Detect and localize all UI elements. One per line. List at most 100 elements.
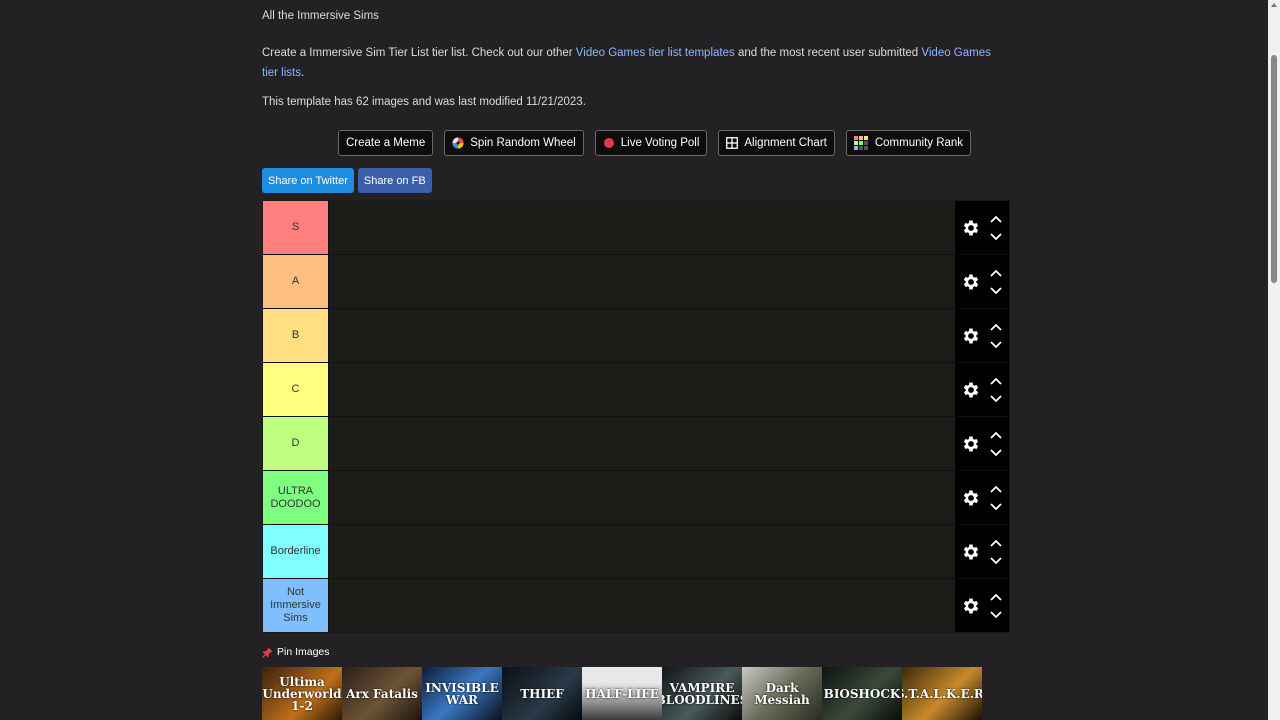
game-thumbnail[interactable]: THIEF	[502, 667, 582, 720]
alignment-chart-button[interactable]: Alignment Chart	[718, 130, 835, 156]
gear-icon[interactable]	[958, 323, 984, 349]
game-thumbnail-title: Dark Messiah	[754, 680, 810, 707]
tier-drop-zone[interactable]	[329, 579, 955, 632]
scroll-up-arrow-icon[interactable]	[1271, 3, 1277, 7]
tier-move-arrows	[988, 266, 1004, 298]
share-twitter-button[interactable]: Share on Twitter	[262, 168, 354, 193]
tier-move-arrows	[988, 320, 1004, 352]
tier-label[interactable]: D	[263, 417, 329, 470]
template-description: Create a Immersive Sim Tier List tier li…	[262, 43, 1008, 83]
community-rank-label: Community Rank	[874, 137, 964, 149]
desc-text-2: and the most recent user submitted	[734, 47, 922, 59]
tier-controls	[955, 363, 1009, 416]
game-thumbnail[interactable]: Arx Fatalis	[342, 667, 422, 720]
tier-row: D	[263, 417, 1009, 471]
tier-label[interactable]: ULTRA DOODOO	[263, 471, 329, 524]
grid-icon	[726, 137, 739, 149]
game-thumbnail-title: S.T.A.L.K.E.R.	[902, 686, 982, 701]
tier-move-arrows	[988, 212, 1004, 244]
chevron-up-icon[interactable]	[988, 428, 1004, 442]
tier-drop-zone[interactable]	[329, 363, 955, 416]
game-thumbnail-title: Arx Fatalis	[346, 686, 418, 701]
gear-icon[interactable]	[958, 593, 984, 619]
chevron-up-icon[interactable]	[988, 320, 1004, 334]
tier-controls	[955, 255, 1009, 308]
tier-drop-zone[interactable]	[329, 255, 955, 308]
gear-icon[interactable]	[958, 377, 984, 403]
video-games-templates-link[interactable]: Video Games tier list templates	[576, 47, 735, 59]
chevron-up-icon[interactable]	[988, 590, 1004, 604]
share-buttons: Share on Twitter Share on FB	[262, 168, 432, 193]
chevron-down-icon[interactable]	[988, 446, 1004, 460]
tier-drop-zone[interactable]	[329, 309, 955, 362]
pin-images-toggle[interactable]: Pin Images	[262, 646, 330, 658]
chevron-down-icon[interactable]	[988, 392, 1004, 406]
tool-buttons: Create a Meme Spin Random Wheel Live Vot…	[338, 130, 972, 156]
chevron-up-icon[interactable]	[988, 212, 1004, 226]
scrollbar-thumb[interactable]	[1271, 55, 1277, 283]
chevron-up-icon[interactable]	[988, 374, 1004, 388]
tier-label[interactable]: Borderline	[263, 525, 329, 578]
gear-icon[interactable]	[958, 431, 984, 457]
game-thumbnail[interactable]: VAMPIRE BLOODLINES	[662, 667, 742, 720]
tier-controls	[955, 417, 1009, 470]
tier-controls	[955, 525, 1009, 578]
spin-random-wheel-label: Spin Random Wheel	[470, 137, 576, 149]
gear-icon[interactable]	[958, 485, 984, 511]
community-rank-button[interactable]: Community Rank	[845, 130, 972, 156]
game-thumbnail-title: THIEF	[520, 686, 564, 701]
share-fb-button[interactable]: Share on FB	[357, 168, 432, 193]
chevron-down-icon[interactable]	[988, 500, 1004, 514]
chevron-down-icon[interactable]	[988, 554, 1004, 568]
chevron-up-icon[interactable]	[988, 482, 1004, 496]
tier-controls	[955, 201, 1009, 254]
game-thumbnail[interactable]: INVISIBLE WAR	[422, 667, 502, 720]
tier-row: Borderline	[263, 525, 1009, 579]
game-thumbnail[interactable]: HALF-LIFE	[582, 667, 662, 720]
live-voting-poll-button[interactable]: Live Voting Poll	[594, 130, 708, 156]
spin-random-wheel-button[interactable]: Spin Random Wheel	[444, 130, 584, 156]
tier-row: ULTRA DOODOO	[263, 471, 1009, 525]
game-thumbnail[interactable]: BIOSHOCK	[822, 667, 902, 720]
page-scrollbar[interactable]	[1268, 0, 1280, 720]
tier-move-arrows	[988, 590, 1004, 622]
gear-icon[interactable]	[958, 269, 984, 295]
tier-label[interactable]: S	[263, 201, 329, 254]
create-meme-button[interactable]: Create a Meme	[338, 130, 434, 156]
game-thumbnail-title: INVISIBLE WAR	[425, 680, 499, 707]
chevron-up-icon[interactable]	[988, 266, 1004, 280]
chevron-down-icon[interactable]	[988, 230, 1004, 244]
chevron-up-icon[interactable]	[988, 536, 1004, 550]
game-thumbnail[interactable]: Ultima Underworld 1-2	[262, 667, 342, 720]
chevron-down-icon[interactable]	[988, 338, 1004, 352]
tier-label[interactable]: Not Immersive Sims	[263, 579, 329, 632]
chevron-down-icon[interactable]	[988, 284, 1004, 298]
gear-icon[interactable]	[958, 215, 984, 241]
tier-label[interactable]: C	[263, 363, 329, 416]
game-thumbnail-title: Ultima Underworld 1-2	[262, 674, 342, 713]
chevron-down-icon[interactable]	[988, 608, 1004, 622]
game-thumbnail-title: BIOSHOCK	[823, 686, 901, 701]
tier-drop-zone[interactable]	[329, 417, 955, 470]
color-grid-icon	[853, 135, 868, 150]
tier-controls	[955, 471, 1009, 524]
wheel-icon	[452, 137, 464, 149]
tier-move-arrows	[988, 482, 1004, 514]
tier-label[interactable]: A	[263, 255, 329, 308]
tier-drop-zone[interactable]	[329, 201, 955, 254]
tier-row: Not Immersive Sims	[263, 579, 1009, 632]
gear-icon[interactable]	[958, 539, 984, 565]
tier-row: B	[263, 309, 1009, 363]
desc-text-3: .	[300, 67, 305, 79]
tier-drop-zone[interactable]	[329, 471, 955, 524]
game-thumbnail-title: VAMPIRE BLOODLINES	[662, 680, 742, 707]
game-thumbnail[interactable]: Dark Messiah	[742, 667, 822, 720]
page-subtitle: All the Immersive Sims	[262, 10, 379, 22]
tier-label[interactable]: B	[263, 309, 329, 362]
pin-images-label: Pin Images	[277, 646, 330, 658]
game-thumbnail[interactable]: S.T.A.L.K.E.R.	[902, 667, 982, 720]
tier-controls	[955, 579, 1009, 632]
image-pool: Ultima Underworld 1-2 Arx Fatalis INVISIBL…	[262, 667, 982, 720]
live-voting-poll-label: Live Voting Poll	[620, 137, 700, 149]
tier-drop-zone[interactable]	[329, 525, 955, 578]
